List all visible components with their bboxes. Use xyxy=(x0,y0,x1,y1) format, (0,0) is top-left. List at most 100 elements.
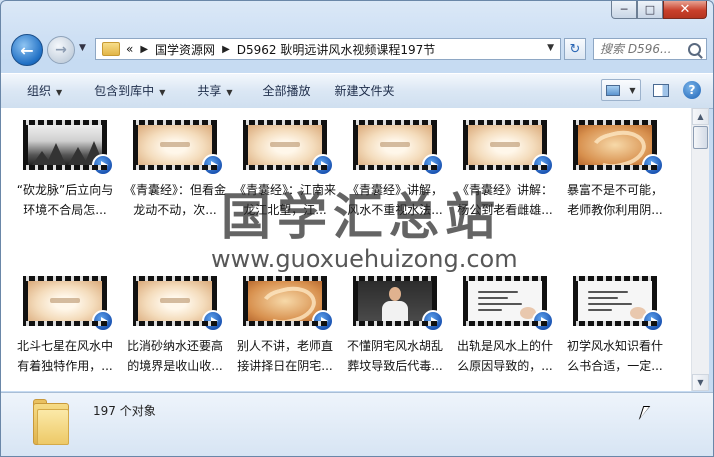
scroll-down-icon[interactable]: ▼ xyxy=(692,374,709,391)
thumbnail-frame xyxy=(468,125,542,165)
file-item[interactable]: 暴富不是不可能，老师教你利用阴... xyxy=(563,120,667,220)
media-player-icon xyxy=(422,310,444,332)
search-box[interactable] xyxy=(593,38,707,60)
video-thumbnail xyxy=(573,120,664,176)
media-player-icon xyxy=(642,154,664,176)
media-player-icon xyxy=(92,310,114,332)
media-player-icon xyxy=(532,310,554,332)
change-view-button[interactable]: ▼ xyxy=(601,79,641,101)
video-thumbnail xyxy=(243,120,334,176)
close-button[interactable]: ✕ xyxy=(663,1,707,19)
media-player-icon xyxy=(312,154,334,176)
chevron-down-icon[interactable]: ▼ xyxy=(629,86,635,95)
file-name: 不懂阴宅风水胡乱葬坟导致后代毒... xyxy=(346,339,443,373)
thumbnail-frame xyxy=(28,125,104,165)
thumbnail-frame xyxy=(578,124,652,174)
forward-button[interactable]: → xyxy=(47,36,75,64)
address-bar[interactable]: « ▶ 国学资源网 ▶ D5962 耿明远讲风水视频课程197节 ▼ xyxy=(95,38,561,60)
video-thumbnail xyxy=(353,120,444,176)
thumbnail-frame xyxy=(578,281,652,321)
watermark-url: www.guoxuehuizong.com xyxy=(211,245,518,273)
media-player-icon xyxy=(202,154,224,176)
navigation-bar: ← → ▼ « ▶ 国学资源网 ▶ D5962 耿明远讲风水视频课程197节 ▼… xyxy=(1,29,713,69)
file-name: “砍龙脉”后立向与环境不合局怎... xyxy=(16,183,114,217)
search-input[interactable] xyxy=(600,42,686,56)
view-controls: ▼ ? xyxy=(601,79,701,101)
details-pane: 197 个对象 xyxy=(1,392,713,456)
breadcrumb-separator[interactable]: ▶ xyxy=(222,44,230,55)
video-thumbnail xyxy=(243,276,334,332)
thumbnail-frame xyxy=(28,281,102,321)
share-button[interactable]: 共享 ▼ xyxy=(179,74,246,108)
thumbnail-frame xyxy=(468,281,542,321)
video-thumbnail xyxy=(353,276,444,332)
file-name: 暴富不是不可能，老师教你利用阴... xyxy=(566,183,663,217)
breadcrumb-separator[interactable]: ▶ xyxy=(140,44,148,55)
watermark-text: 国学汇总站 xyxy=(221,187,501,246)
file-item[interactable]: “砍龙脉”后立向与环境不合局怎... xyxy=(13,120,117,220)
include-in-library-button[interactable]: 包含到库中 ▼ xyxy=(76,74,179,108)
caption-buttons: ─ □ ✕ xyxy=(611,1,707,19)
thumbnail-frame xyxy=(138,125,212,165)
view-icon xyxy=(606,84,621,96)
chevron-down-icon: ▼ xyxy=(226,88,233,97)
file-item[interactable]: 别人不讲，老师直接讲择日在阴宅... xyxy=(233,276,337,376)
breadcrumb-item[interactable]: 国学资源网 xyxy=(155,41,215,58)
file-name: 出轨是风水上的什么原因导致的，... xyxy=(456,339,553,373)
file-item[interactable]: 出轨是风水上的什么原因导致的，... xyxy=(453,276,557,376)
file-name: 北斗七星在风水中有着独特作用，... xyxy=(16,339,113,373)
search-icon[interactable] xyxy=(688,42,701,56)
folder-icon xyxy=(102,42,120,56)
file-item[interactable]: 不懂阴宅风水胡乱葬坟导致后代毒... xyxy=(343,276,447,376)
media-player-icon xyxy=(422,154,444,176)
media-player-icon xyxy=(202,310,224,332)
refresh-button[interactable]: ↻ xyxy=(564,38,586,60)
explorer-window: ─ □ ✕ ← → ▼ « ▶ 国学资源网 ▶ D5962 耿明远讲风水视频课程… xyxy=(0,0,714,457)
play-all-button[interactable]: 全部播放 xyxy=(247,74,325,108)
folder-icon xyxy=(33,399,69,445)
thumbnail-frame xyxy=(138,281,212,321)
media-player-icon xyxy=(312,310,334,332)
file-name: 《青囊经》：但看金龙动不动，次... xyxy=(123,183,226,217)
vertical-scrollbar[interactable]: ▲ ▼ xyxy=(691,108,709,391)
chevron-down-icon: ▼ xyxy=(56,88,63,97)
media-player-icon xyxy=(642,310,664,332)
chevron-down-icon: ▼ xyxy=(159,88,166,97)
file-item[interactable]: 北斗七星在风水中有着独特作用，... xyxy=(13,276,117,376)
scroll-up-icon[interactable]: ▲ xyxy=(692,108,709,125)
share-label: 共享 xyxy=(197,84,222,98)
file-name: 初学风水知识看什么书合适，一定... xyxy=(566,339,663,373)
file-name: 别人不讲，老师直接讲择日在阴宅... xyxy=(236,339,333,373)
item-count: 197 个对象 xyxy=(93,404,156,418)
video-thumbnail xyxy=(23,276,114,332)
command-bar: 组织 ▼ 包含到库中 ▼ 共享 ▼ 全部播放 新建文件夹 ▼ ? xyxy=(1,73,713,109)
video-thumbnail xyxy=(23,120,114,176)
media-player-icon xyxy=(532,154,554,176)
include-in-library-label: 包含到库中 xyxy=(94,84,155,98)
minimize-button[interactable]: ─ xyxy=(611,1,637,19)
breadcrumb-overflow[interactable]: « xyxy=(126,42,133,56)
media-player-icon xyxy=(92,154,114,176)
new-folder-button[interactable]: 新建文件夹 xyxy=(325,74,409,108)
file-item[interactable]: 初学风水知识看什么书合适，一定... xyxy=(563,276,667,376)
video-thumbnail xyxy=(133,120,224,176)
thumbnail-frame xyxy=(248,280,322,330)
file-item[interactable]: 比消砂纳水还要高的境界是收山收... xyxy=(123,276,227,376)
address-dropdown[interactable]: ▼ xyxy=(547,43,554,53)
scrollbar-thumb[interactable] xyxy=(693,126,708,149)
organize-button[interactable]: 组织 ▼ xyxy=(1,74,76,108)
preview-pane-icon[interactable] xyxy=(653,83,669,97)
organize-label: 组织 xyxy=(27,84,52,98)
thumbnail-frame xyxy=(248,125,322,165)
breadcrumb-item-current[interactable]: D5962 耿明远讲风水视频课程197节 xyxy=(237,41,436,58)
back-button[interactable]: ← xyxy=(11,34,43,66)
file-item[interactable]: 《青囊经》：但看金龙动不动，次... xyxy=(123,120,227,220)
maximize-button[interactable]: □ xyxy=(637,1,663,19)
video-thumbnail xyxy=(133,276,224,332)
thumbnail-frame xyxy=(358,125,432,165)
recent-pages-dropdown[interactable]: ▼ xyxy=(79,43,86,53)
thumbnail-frame xyxy=(358,281,432,321)
video-thumbnail xyxy=(463,120,554,176)
video-thumbnail xyxy=(573,276,664,332)
help-icon[interactable]: ? xyxy=(683,81,701,99)
